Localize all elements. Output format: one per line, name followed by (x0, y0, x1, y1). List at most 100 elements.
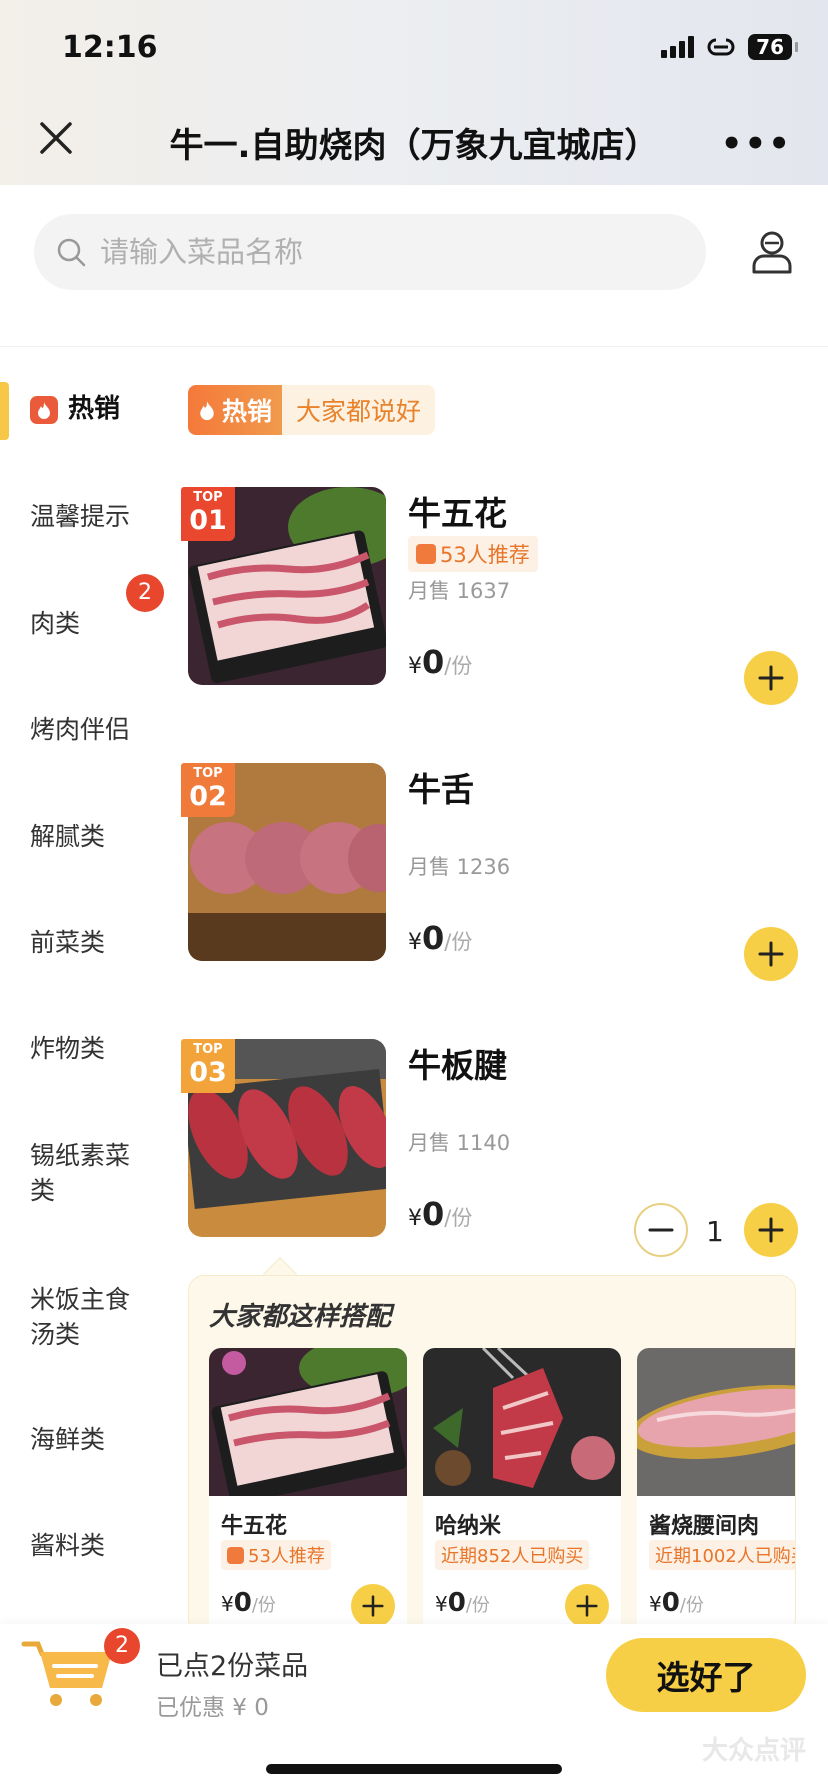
rank-label: TOP (193, 490, 223, 505)
discount-summary: 已优惠 ¥ 0 (156, 1695, 269, 1721)
price: ¥0/份 (408, 643, 472, 681)
combo-image (637, 1348, 795, 1496)
combo-card[interactable]: 酱烧腰间肉 近期1002人已购买 ¥0/份 (637, 1348, 795, 1634)
sidebar-item-rice-soup[interactable]: 米饭主食汤类 (30, 1282, 145, 1352)
monthly-sales: 月售 1236 (408, 855, 511, 879)
add-button[interactable] (565, 1584, 609, 1628)
rank-badge: TOP 02 (181, 763, 235, 817)
recommend-badge: 53人推荐 (408, 536, 538, 572)
page-title: 牛一.自助烧肉（万象九宜城店） (169, 126, 659, 166)
combo-badge: 近期852人已购买 (435, 1540, 590, 1570)
add-button[interactable] (351, 1584, 395, 1628)
recommend-icon (227, 1546, 244, 1564)
sidebar-item-bbq-sides[interactable]: 烤肉伴侣 (30, 712, 160, 747)
section-subtitle: 大家都说好 (282, 385, 436, 435)
price-value: 0 (422, 643, 445, 681)
price-unit: /份 (444, 654, 473, 678)
home-indicator (266, 1764, 562, 1774)
price-unit: /份 (444, 930, 473, 954)
hotspot-icon (707, 38, 735, 56)
battery-icon: 76 (748, 34, 798, 60)
sidebar-item-hot[interactable]: 热销 (30, 392, 160, 427)
price-value: 0 (447, 1588, 466, 1618)
user-icon[interactable] (748, 228, 796, 276)
divider (0, 346, 828, 347)
combo-image (423, 1348, 621, 1496)
add-button[interactable] (744, 1203, 798, 1257)
rank-number: 03 (189, 1057, 227, 1088)
cart-count-badge: 2 (104, 1628, 140, 1664)
status-time: 12:16 (62, 30, 158, 65)
combo-name: 酱烧腰间肉 (649, 1514, 760, 1539)
checkout-button[interactable]: 选好了 (606, 1638, 806, 1712)
sidebar-item-label: 热销 (68, 394, 121, 424)
watermark: 大众点评 (701, 1736, 806, 1766)
minus-button[interactable] (634, 1203, 688, 1257)
quantity: 1 (706, 1215, 724, 1248)
rank-label: TOP (193, 766, 223, 781)
sidebar-count-badge: 2 (126, 574, 164, 612)
recommend-text: 53人推荐 (440, 543, 530, 567)
combo-name: 哈纳米 (435, 1514, 502, 1539)
add-button[interactable] (744, 927, 798, 981)
currency: ¥ (649, 1592, 662, 1616)
plus-icon (758, 665, 784, 691)
price: ¥0/份 (408, 919, 472, 957)
monthly-sales: 月售 1637 (408, 579, 511, 603)
plus-icon (758, 941, 784, 967)
dish-item[interactable]: TOP 03 牛板腱 月售 1140 ¥0/份 1 (181, 1039, 798, 1257)
sidebar-item-tips[interactable]: 温馨提示 (30, 499, 160, 534)
combo-name: 牛五花 (221, 1514, 288, 1539)
recommend-icon (416, 544, 436, 564)
price: ¥0/份 (408, 1195, 472, 1233)
combo-badge-text: 53人推荐 (248, 1546, 325, 1567)
combo-price: ¥0/份 (221, 1588, 276, 1618)
hot-tag-label: 热销 (222, 397, 273, 426)
sidebar-item-foil-veg[interactable]: 锡纸素菜类 (30, 1138, 145, 1208)
search-bar[interactable] (34, 214, 706, 290)
minus-icon (648, 1228, 674, 1232)
sidebar-active-indicator (0, 382, 9, 440)
sidebar-item-sauce[interactable]: 酱料类 (30, 1528, 160, 1563)
hot-tag: 热销 (188, 385, 283, 435)
plus-icon (758, 1217, 784, 1243)
combo-title: 大家都这样搭配 (209, 1302, 392, 1332)
dish-item[interactable]: TOP 02 牛舌 月售 1236 ¥0/份 (181, 763, 798, 981)
rank-number: 01 (189, 505, 227, 536)
rank-number: 02 (189, 781, 227, 812)
combo-card[interactable]: 牛五花 53人推荐 ¥0/份 (209, 1348, 407, 1634)
combo-price: ¥0/份 (435, 1588, 490, 1618)
price-value: 0 (422, 1195, 445, 1233)
price-unit: /份 (444, 1206, 473, 1230)
combo-image (209, 1348, 407, 1505)
price-unit: /份 (465, 1595, 490, 1616)
currency: ¥ (408, 1206, 422, 1231)
section-tag: 热销 大家都说好 (188, 385, 436, 435)
sidebar-item-fried[interactable]: 炸物类 (30, 1031, 160, 1066)
price-value: 0 (422, 919, 445, 957)
price-value: 0 (233, 1588, 252, 1618)
price-unit: /份 (251, 1595, 276, 1616)
sidebar-item-refresh[interactable]: 解腻类 (30, 819, 160, 854)
combo-section: 大家都这样搭配 牛五花 53人推荐 ¥0/份 哈纳米 近期852人已购买 ¥0/… (188, 1275, 796, 1635)
dish-name: 牛五花 (408, 494, 507, 533)
monthly-sales: 月售 1140 (408, 1131, 511, 1155)
price-value: 0 (661, 1588, 680, 1618)
price-unit: /份 (679, 1595, 704, 1616)
dish-name: 牛舌 (408, 770, 474, 809)
sidebar-item-seafood[interactable]: 海鲜类 (30, 1422, 160, 1457)
search-input[interactable] (100, 235, 660, 269)
currency: ¥ (221, 1592, 234, 1616)
more-menu-icon[interactable]: ••• (721, 124, 792, 164)
combo-card[interactable]: 哈纳米 近期852人已购买 ¥0/份 (423, 1348, 621, 1634)
rank-badge: TOP 03 (181, 1039, 235, 1093)
add-button[interactable] (744, 651, 798, 705)
plus-icon (362, 1595, 384, 1617)
combo-price: ¥0/份 (649, 1588, 704, 1618)
sidebar-item-appetizer[interactable]: 前菜类 (30, 925, 160, 960)
search-icon (57, 238, 86, 267)
currency: ¥ (408, 930, 422, 955)
fire-icon (30, 395, 58, 424)
fire-icon (200, 401, 214, 421)
dish-item[interactable]: TOP 01 牛五花 53人推荐 月售 1637 ¥0/份 (181, 487, 798, 705)
